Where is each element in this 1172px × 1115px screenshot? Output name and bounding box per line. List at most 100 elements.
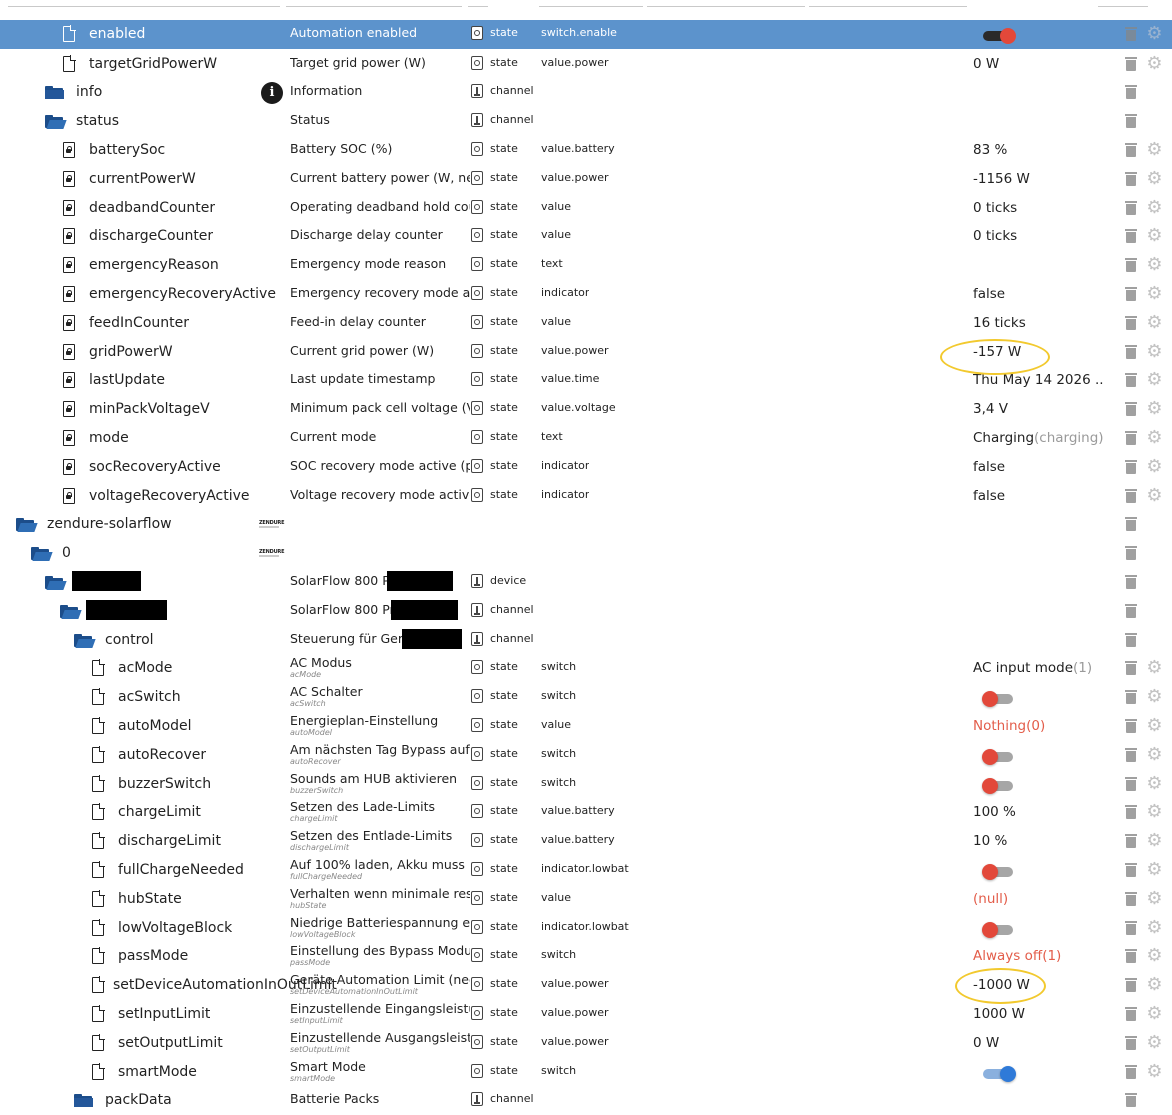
tree-row-voltageRecoveryActive[interactable]: voltageRecoveryActive Voltage recovery mo… [0,482,1172,511]
delete-icon[interactable] [1125,27,1137,41]
tree-row-fullChargeNeeded[interactable]: fullChargeNeeded Auf 100% laden, Akku mus… [0,856,1172,885]
tree-row-minPackVoltageV[interactable]: minPackVoltageV Minimum pack cell voltage… [0,395,1172,424]
value-toggle[interactable] [982,691,1015,707]
gear-icon[interactable]: ⚙ [1146,1034,1163,1052]
row-value[interactable]: 0 ticks [973,222,1103,251]
delete-icon[interactable] [1125,604,1137,618]
row-value[interactable]: Charging(charging) [973,424,1103,453]
row-value[interactable]: false [973,280,1103,309]
gear-icon[interactable]: ⚙ [1146,659,1163,677]
tree-row-dischargeLimit[interactable]: dischargeLimit Setzen des Entlade-Limits d… [0,827,1172,856]
column-header-role[interactable] [539,0,643,7]
row-value[interactable]: false [973,482,1103,511]
tree-row-setInputLimit[interactable]: setInputLimit Einzustellende Eingangsleis… [0,1000,1172,1029]
row-value[interactable]: 1000 W [973,1000,1103,1029]
tree-row-passMode[interactable]: passMode Einstellung des Bypass Modus pass… [0,942,1172,971]
delete-icon[interactable] [1125,287,1137,301]
gear-icon[interactable]: ⚙ [1146,775,1163,793]
row-value[interactable]: Nothing(0) [973,712,1103,741]
gear-icon[interactable]: ⚙ [1146,170,1163,188]
gear-icon[interactable]: ⚙ [1146,314,1163,332]
gear-icon[interactable]: ⚙ [1146,1005,1163,1023]
tree-row-enabled[interactable]: enabled Automation enabled state switch.ena… [0,20,1172,49]
tree-row-emergencyReason[interactable]: emergencyReason Emergency mode reason stat… [0,251,1172,280]
value-toggle[interactable] [982,864,1015,880]
column-header-room[interactable] [647,0,805,7]
delete-icon[interactable] [1125,489,1137,503]
gear-icon[interactable]: ⚙ [1146,688,1163,706]
delete-icon[interactable] [1125,201,1137,215]
gear-icon[interactable]: ⚙ [1146,487,1163,505]
tree-row-buzzerSwitch[interactable]: buzzerSwitch Sounds am HUB aktivieren buzz… [0,770,1172,799]
gear-icon[interactable]: ⚙ [1146,890,1163,908]
delete-icon[interactable] [1125,805,1137,819]
delete-icon[interactable] [1125,114,1137,128]
delete-icon[interactable] [1125,949,1137,963]
open-folder-icon[interactable] [45,576,67,590]
row-value[interactable]: 10 % [973,827,1103,856]
delete-icon[interactable] [1125,1093,1137,1107]
delete-icon[interactable] [1125,978,1137,992]
delete-icon[interactable] [1125,719,1137,733]
value-toggle[interactable] [982,778,1015,794]
tree-row-feedInCounter[interactable]: feedInCounter Feed-in delay counter state v… [0,309,1172,338]
gear-icon[interactable]: ⚙ [1146,343,1163,361]
gear-icon[interactable]: ⚙ [1146,1063,1163,1081]
tree-row-acSwitch[interactable]: acSwitch AC Schalter acSwitch state switch ⚙ [0,683,1172,712]
delete-icon[interactable] [1125,258,1137,272]
delete-icon[interactable] [1125,748,1137,762]
tree-row-mode[interactable]: mode Current mode state text Charging(chargi… [0,424,1172,453]
column-header-function[interactable] [809,0,967,7]
delete-icon[interactable] [1125,517,1137,531]
open-folder-icon[interactable] [60,605,82,619]
tree-row-dischargeCounter[interactable]: dischargeCounter Discharge delay counter s… [0,222,1172,251]
row-value[interactable]: 0 ticks [973,194,1103,223]
row-value[interactable]: 0 W [973,1029,1103,1058]
row-value[interactable]: false [973,453,1103,482]
value-toggle[interactable] [983,1066,1016,1082]
folder-icon[interactable] [45,86,65,100]
gear-icon[interactable]: ⚙ [1146,861,1163,879]
gear-icon[interactable]: ⚙ [1146,25,1163,43]
delete-icon[interactable] [1125,229,1137,243]
tree-row-info[interactable]: info i Information channel [0,78,1172,107]
row-value[interactable]: 83 % [973,136,1103,165]
gear-icon[interactable]: ⚙ [1146,746,1163,764]
delete-icon[interactable] [1125,431,1137,445]
delete-icon[interactable] [1125,633,1137,647]
tree-row-status[interactable]: status Status channel [0,107,1172,136]
gear-icon[interactable]: ⚙ [1146,285,1163,303]
gear-icon[interactable]: ⚙ [1146,141,1163,159]
delete-icon[interactable] [1125,777,1137,791]
tree-row-redacted-19[interactable]: SolarFlow 800 Pro device [0,568,1172,597]
delete-icon[interactable] [1125,85,1137,99]
row-value[interactable]: AC input mode(1) [973,654,1103,683]
delete-icon[interactable] [1125,172,1137,186]
tree-row-lowVoltageBlock[interactable]: lowVoltageBlock Niedrige Batteriespannung… [0,914,1172,943]
delete-icon[interactable] [1125,1007,1137,1021]
delete-icon[interactable] [1125,460,1137,474]
delete-icon[interactable] [1125,143,1137,157]
gear-icon[interactable]: ⚙ [1146,919,1163,937]
delete-icon[interactable] [1125,546,1137,560]
tree-row-emergencyRecoveryActive[interactable]: emergencyRecoveryActive Emergency recover… [0,280,1172,309]
delete-icon[interactable] [1125,316,1137,330]
tree-row-acMode[interactable]: acMode AC Modus acMode state switch AC input … [0,654,1172,683]
open-folder-icon[interactable] [31,547,53,561]
delete-icon[interactable] [1125,892,1137,906]
value-toggle[interactable] [982,749,1015,765]
tree-row-autoRecover[interactable]: autoRecover Am nächsten Tag Bypass auf Au… [0,741,1172,770]
row-value[interactable]: (null) [973,885,1103,914]
gear-icon[interactable]: ⚙ [1146,429,1163,447]
open-folder-icon[interactable] [45,115,67,129]
value-toggle[interactable] [983,28,1016,44]
delete-icon[interactable] [1125,373,1137,387]
tree-row-redacted-20[interactable]: SolarFlow 800 Pro channel [0,597,1172,626]
gear-icon[interactable]: ⚙ [1146,256,1163,274]
delete-icon[interactable] [1125,834,1137,848]
gear-icon[interactable]: ⚙ [1146,976,1163,994]
column-header-type[interactable] [468,0,488,7]
row-value[interactable]: 3,4 V [973,395,1103,424]
open-folder-icon[interactable] [16,518,38,532]
tree-row-0[interactable]: 0 ZENDURE [0,539,1172,568]
